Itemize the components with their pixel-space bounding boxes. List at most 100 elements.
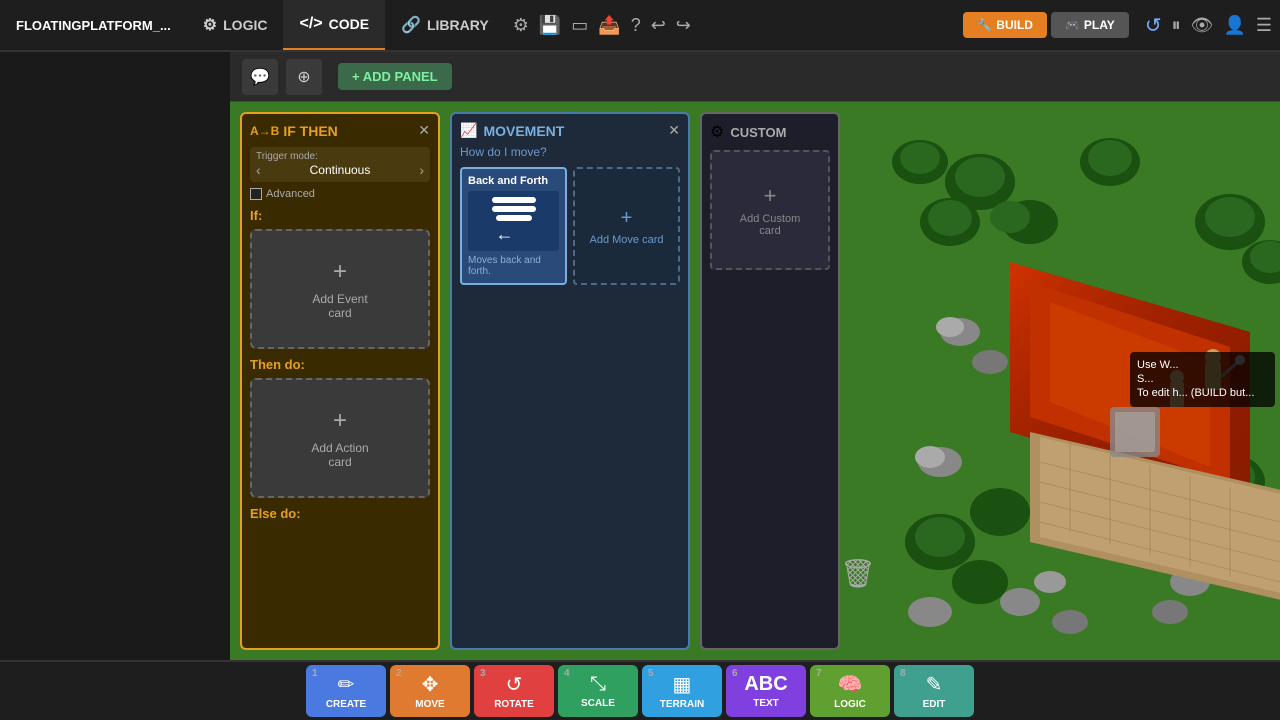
target-icon-btn[interactable]: ⊕ (286, 59, 322, 95)
nav-code-btn[interactable]: </> CODE (283, 0, 385, 50)
add-event-card-btn[interactable]: + Add Event card (250, 229, 430, 349)
add-move-label: Add Move card (590, 234, 664, 246)
advanced-label: Advanced (266, 188, 315, 200)
tool-rotate-label: ROTATE (494, 699, 534, 710)
movement-close-btn[interactable]: ✕ (668, 122, 680, 139)
build-icon: 🔧 (977, 18, 992, 32)
if-then-close-btn[interactable]: ✕ (418, 122, 430, 139)
scale-icon: ⤡ (590, 673, 606, 696)
add-action-plus-icon: + (333, 407, 347, 435)
add-action-card-btn[interactable]: + Add Action card (250, 378, 430, 498)
tool-text-btn[interactable]: 6 ABC TEXT (726, 665, 806, 717)
if-then-header: A→B IF THEN ✕ (250, 122, 430, 139)
topbar: FLOATINGPLATFORM_... ⚙ LOGIC </> CODE 🔗 … (0, 0, 1280, 52)
tool-move-btn[interactable]: 2 ✥ MOVE (390, 665, 470, 717)
tool-logic-label: LOGIC (834, 699, 866, 710)
nav-library-btn[interactable]: 🔗 LIBRARY (385, 0, 505, 50)
chat-icon-btn[interactable]: 💬 (242, 59, 278, 95)
canvas-area: Use W... S... To edit h... (BUILD but...… (230, 52, 1280, 660)
wave-line-3 (496, 215, 532, 221)
wave-icon: ← (492, 197, 536, 245)
save-icon[interactable]: 💾 (539, 15, 561, 36)
person-icon[interactable]: 👤 (1223, 15, 1245, 36)
if-then-card: A→B IF THEN ✕ Trigger mode: ‹ Continuous… (240, 112, 440, 650)
play-button[interactable]: 🎮 PLAY (1051, 12, 1129, 38)
tool-text-num: 6 (732, 668, 738, 679)
move-icon: ✥ (422, 672, 439, 697)
tool-text-label: TEXT (753, 698, 779, 709)
add-move-card-btn[interactable]: + Add Move card (573, 167, 680, 285)
tool-create-label: CREATE (326, 699, 366, 710)
tool-rotate-num: 3 (480, 668, 486, 679)
ab-icon: A→B (250, 124, 279, 138)
rotate-icon: ↺ (506, 672, 523, 697)
redo-icon[interactable]: ↪ (676, 15, 691, 36)
if-then-title: A→B IF THEN (250, 123, 338, 139)
tool-create-num: 1 (312, 668, 318, 679)
wave-line-1 (492, 197, 536, 203)
refresh-icon[interactable]: ↺ (1145, 13, 1162, 38)
custom-header: ⚙ CUSTOM (710, 122, 830, 142)
add-action-label: Add Action card (311, 441, 368, 469)
trigger-nav: ‹ Continuous › (256, 162, 424, 178)
advanced-row: Advanced (250, 188, 430, 200)
else-label: Else do: (250, 506, 430, 521)
tool-rotate-btn[interactable]: 3 ↺ ROTATE (474, 665, 554, 717)
window-icon[interactable]: ▭ (571, 15, 588, 36)
eye-icon[interactable]: 👁 (1191, 15, 1214, 36)
tool-logic-btn[interactable]: 7 🧠 LOGIC (810, 665, 890, 717)
movement-chart-icon: 📈 (460, 122, 477, 139)
text-icon: ABC (744, 673, 787, 696)
add-event-plus-icon: + (333, 258, 347, 286)
add-custom-card-btn[interactable]: + Add Custom card (710, 150, 830, 270)
add-panel-button[interactable]: + ADD PANEL (338, 63, 452, 90)
trigger-prev-btn[interactable]: ‹ (256, 162, 261, 178)
tool-logic-num: 7 (816, 668, 822, 679)
advanced-checkbox[interactable] (250, 188, 262, 200)
custom-gear-icon: ⚙ (710, 122, 724, 142)
tool-create-btn[interactable]: 1 ✏ CREATE (306, 665, 386, 717)
movement-cards-grid: Back and Forth ← Moves back and forth. + (460, 167, 680, 285)
tool-edit-label: EDIT (923, 699, 946, 710)
project-title: FLOATINGPLATFORM_... (0, 18, 187, 33)
back-forth-visual: ← (468, 191, 559, 251)
tool-terrain-num: 5 (648, 668, 654, 679)
tool-edit-btn[interactable]: 8 ✎ EDIT (894, 665, 974, 717)
tool-scale-num: 4 (564, 668, 570, 679)
then-label: Then do: (250, 357, 430, 372)
build-play-group: 🔧 BUILD 🎮 PLAY (963, 12, 1128, 38)
nav-logic-btn[interactable]: ⚙ LOGIC (187, 0, 284, 50)
topbar-icons: ⚙ 💾 ▭ 📤 ? ↩ ↪ (505, 15, 699, 36)
library-icon: 🔗 (401, 15, 421, 35)
add-event-label: Add Event card (312, 292, 367, 320)
undo-icon[interactable]: ↩ (651, 15, 666, 36)
trigger-mode-row: Trigger mode: ‹ Continuous › (250, 147, 430, 182)
edit-icon: ✎ (926, 672, 943, 697)
arrow-left-icon: ← (496, 224, 514, 245)
tool-move-label: MOVE (415, 699, 444, 710)
tool-terrain-btn[interactable]: 5 ▦ TERRAIN (642, 665, 722, 717)
build-button[interactable]: 🔧 BUILD (963, 12, 1047, 38)
tool-edit-num: 8 (900, 668, 906, 679)
logic-panels-container: A→B IF THEN ✕ Trigger mode: ‹ Continuous… (230, 102, 1280, 660)
custom-panel: ⚙ CUSTOM + Add Custom card (700, 112, 840, 650)
add-custom-plus-icon: + (764, 183, 777, 209)
play-icon: 🎮 (1065, 18, 1080, 32)
upload-icon[interactable]: 📤 (598, 15, 620, 36)
back-forth-card[interactable]: Back and Forth ← Moves back and forth. (460, 167, 567, 285)
help-icon[interactable]: ? (631, 15, 641, 36)
tool-terrain-label: TERRAIN (660, 699, 704, 710)
back-forth-label: Back and Forth (468, 175, 559, 187)
tool-scale-btn[interactable]: 4 ⤡ SCALE (558, 665, 638, 717)
movement-panel: 📈 MOVEMENT ✕ How do I move? Back and For… (450, 112, 690, 650)
back-forth-desc: Moves back and forth. (468, 255, 559, 277)
custom-title: CUSTOM (730, 125, 786, 140)
logic-icon: ⚙ (203, 15, 217, 35)
settings-icon[interactable]: ⚙ (513, 15, 529, 36)
pause-icon[interactable]: ⏸ (1172, 15, 1181, 36)
trash-button[interactable]: 🗑 (840, 557, 876, 590)
trigger-next-btn[interactable]: › (419, 162, 424, 178)
movement-header: 📈 MOVEMENT ✕ (460, 122, 680, 139)
movement-title: 📈 MOVEMENT (460, 122, 564, 139)
menu-icon[interactable]: ☰ (1256, 15, 1272, 36)
